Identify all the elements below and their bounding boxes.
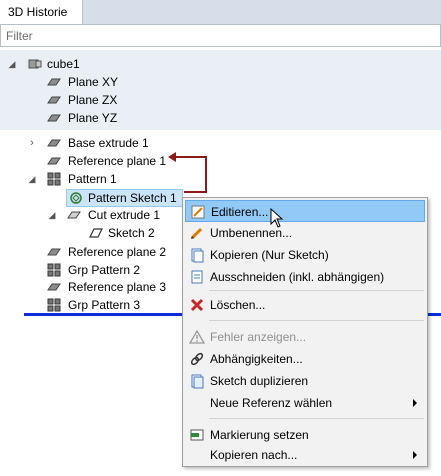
menu-item-dependencies[interactable]: Abhängigkeiten... xyxy=(185,348,425,370)
cut-extrude-icon xyxy=(66,206,82,224)
rename-pencil-icon xyxy=(189,225,205,241)
menu-item-delete[interactable]: Löschen... xyxy=(185,294,425,316)
menu-item-rename[interactable]: Umbenennen... xyxy=(185,222,425,244)
tree-item-reference-plane-2[interactable]: Reference plane 2 xyxy=(0,243,200,261)
duplicate-page-icon xyxy=(189,373,205,389)
tree-item-grp-pattern-2[interactable]: Grp Pattern 2 xyxy=(0,261,200,279)
tree-label: Grp Pattern 2 xyxy=(68,263,141,277)
part-icon xyxy=(27,55,43,73)
menu-separator xyxy=(209,320,424,321)
delete-x-icon xyxy=(189,297,205,313)
tree-label: Grp Pattern 3 xyxy=(68,298,141,312)
menu-item-copy-to[interactable]: Kopieren nach... xyxy=(185,444,425,466)
menu-item-copy-sketch[interactable]: Kopieren (Nur Sketch) xyxy=(185,244,425,266)
plane-icon xyxy=(46,109,62,127)
menu-item-set-marker[interactable]: Markierung setzen xyxy=(185,424,425,446)
plane-icon xyxy=(46,152,62,170)
menu-separator xyxy=(209,418,424,419)
menu-item-edit[interactable]: Editieren... xyxy=(185,200,425,222)
tree-label: Sketch 2 xyxy=(108,226,155,240)
submenu-arrow-icon xyxy=(413,399,417,407)
tree-node-cube1[interactable]: ◢ cube1 xyxy=(0,55,200,73)
tree-item-plane-yz[interactable]: Plane YZ xyxy=(0,109,200,127)
plane-icon xyxy=(46,91,62,109)
warning-icon xyxy=(188,329,206,345)
tree-label: Cut extrude 1 xyxy=(88,208,161,222)
tree-item-grp-pattern-3[interactable]: Grp Pattern 3 xyxy=(0,296,200,314)
tab-3d-history[interactable]: 3D Historie xyxy=(0,0,83,24)
plane-icon xyxy=(46,243,62,261)
tree-label: cube1 xyxy=(47,57,80,71)
pencil-icon xyxy=(190,204,206,220)
plane-icon xyxy=(46,73,62,91)
filter-input[interactable]: Filter xyxy=(0,24,441,47)
menu-separator xyxy=(209,290,424,291)
menu-item-new-reference[interactable]: Neue Referenz wählen xyxy=(185,392,425,414)
menu-item-show-errors: Fehler anzeigen... xyxy=(185,326,425,348)
submenu-arrow-icon xyxy=(413,451,417,459)
tree-label: Reference plane 2 xyxy=(68,245,167,259)
tree-label: Reference plane 3 xyxy=(68,280,167,294)
reference-connector-arrow xyxy=(168,152,207,193)
expand-arrow-icon[interactable]: › xyxy=(26,134,38,152)
extrude-icon xyxy=(46,134,62,152)
pattern-icon xyxy=(46,296,62,314)
tree-item-plane-zx[interactable]: Plane ZX xyxy=(0,91,200,109)
collapse-arrow-icon[interactable]: ◢ xyxy=(26,170,38,188)
collapse-arrow-icon[interactable]: ◢ xyxy=(6,55,18,73)
pattern-icon xyxy=(46,261,62,279)
tree-label: Plane YZ xyxy=(68,111,118,125)
tree-label: Base extrude 1 xyxy=(68,136,149,150)
menu-item-duplicate-sketch[interactable]: Sketch duplizieren xyxy=(185,370,425,392)
context-menu: Editieren... Umbenennen... Kopieren (Nur… xyxy=(182,197,428,467)
sketch-icon xyxy=(88,224,104,242)
tree-item-cut-extrude-1[interactable]: ◢ Cut extrude 1 xyxy=(0,206,200,224)
copy-page-icon xyxy=(189,247,205,263)
tree-label: Reference plane 1 xyxy=(68,154,167,168)
mouse-cursor-icon xyxy=(270,208,284,228)
tree-item-reference-plane-3[interactable]: Reference plane 3 xyxy=(0,278,200,296)
sketch-icon xyxy=(68,189,84,207)
menu-item-cut[interactable]: Ausschneiden (inkl. abhängigen) xyxy=(185,266,425,288)
tree-label: Pattern 1 xyxy=(68,172,117,186)
tree-label: Plane XY xyxy=(68,75,119,89)
marker-flag-icon xyxy=(189,427,205,443)
tree-item-sketch-2[interactable]: Sketch 2 xyxy=(0,224,200,242)
cut-page-icon xyxy=(189,269,205,285)
collapse-arrow-icon[interactable]: ◢ xyxy=(46,206,58,224)
tree-label: Plane ZX xyxy=(68,93,118,107)
plane-icon xyxy=(46,278,62,296)
pattern-icon xyxy=(46,170,62,188)
tree-item-plane-xy[interactable]: Plane XY xyxy=(0,73,200,91)
link-icon xyxy=(189,351,205,367)
